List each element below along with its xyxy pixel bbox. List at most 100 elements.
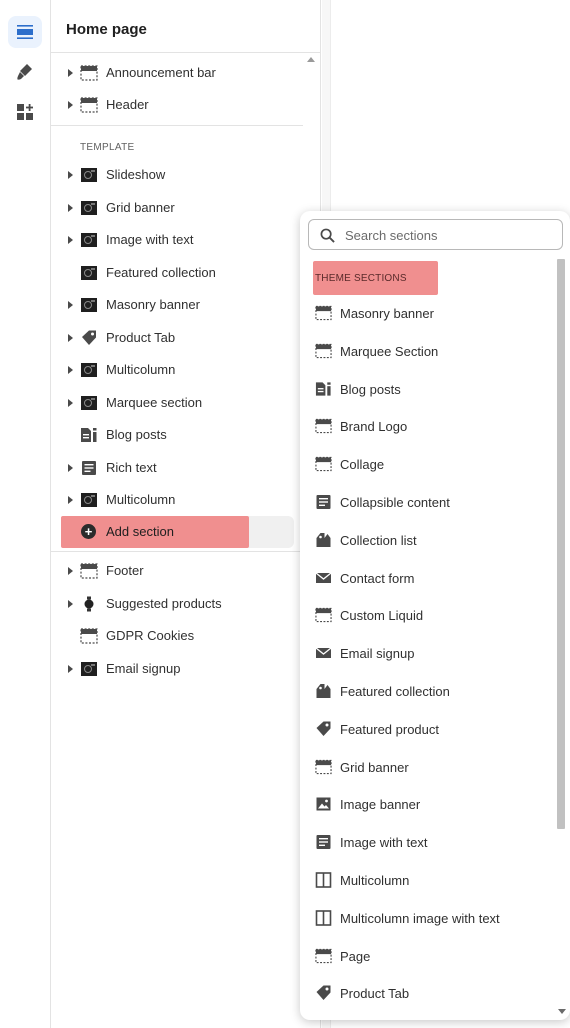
theme-section-label: Collage <box>340 457 385 473</box>
expand-caret-icon[interactable] <box>68 496 73 504</box>
theme-section-label: Multicolumn image with text <box>340 910 500 926</box>
theme-section-collection-list[interactable]: Collection list <box>300 525 550 555</box>
expand-caret-icon[interactable] <box>68 463 73 472</box>
blog-icon <box>80 427 98 443</box>
sections-rail-button[interactable] <box>8 16 42 48</box>
theme-section-email-signup[interactable]: Email signup <box>300 638 550 668</box>
theme-section-page[interactable]: Page <box>300 941 550 971</box>
expand-caret-icon[interactable] <box>68 301 73 309</box>
app-blocks-rail-button[interactable] <box>8 96 42 128</box>
theme-section-label: Image with text <box>340 835 428 851</box>
text-icon <box>315 494 331 510</box>
expand-caret-icon[interactable] <box>68 664 73 673</box>
section-row-rich-text[interactable]: Rich text <box>51 453 303 483</box>
theme-section-label: Collection list <box>340 532 417 548</box>
section-row-label: GDPR Cookies <box>106 628 195 643</box>
expand-caret-icon[interactable] <box>68 398 73 407</box>
section-row-suggested-products[interactable]: Suggested products <box>51 589 303 619</box>
section-row-slideshow[interactable]: Slideshow <box>51 160 303 190</box>
theme-settings-rail-button[interactable] <box>8 56 42 88</box>
section-row-multicolumn[interactable]: Multicolumn <box>51 355 303 385</box>
section-row-masonry-banner[interactable]: Masonry banner <box>51 290 303 320</box>
expand-caret-icon[interactable] <box>68 236 73 244</box>
section-row-label: Slideshow <box>106 167 166 182</box>
watch-icon <box>80 596 98 612</box>
section-row-multicolumn[interactable]: Multicolumn <box>51 485 303 515</box>
theme-section-marquee-section[interactable]: Marquee Section <box>300 336 550 366</box>
section-row-label: Multicolumn <box>106 492 176 507</box>
section-row-blog-posts[interactable]: Blog posts <box>51 420 303 450</box>
section-row-label: Grid banner <box>106 199 175 215</box>
section-row-label: Suggested products <box>106 595 222 611</box>
theme-section-featured-product[interactable]: Featured product <box>300 714 550 744</box>
section-row-label: Rich text <box>106 459 157 475</box>
sections-icon <box>17 25 33 39</box>
section-row-footer[interactable]: Footer <box>51 556 303 586</box>
expand-caret-icon[interactable] <box>68 171 73 179</box>
section-divider <box>51 125 303 126</box>
thumbnail-icon <box>80 297 98 313</box>
theme-section-grid-banner[interactable]: Grid banner <box>300 752 550 782</box>
theme-section-label: Featured collection <box>340 684 450 699</box>
section-row-featured-collection[interactable]: Featured collection <box>51 258 303 288</box>
popover-scrollbar-thumb[interactable] <box>557 259 565 829</box>
section-bar-icon <box>80 628 98 644</box>
collection-icon <box>315 532 331 548</box>
section-bar-icon <box>315 418 332 434</box>
theme-section-blog-posts[interactable]: Blog posts <box>300 374 550 404</box>
section-row-image-with-text[interactable]: Image with text <box>51 225 303 255</box>
theme-section-contact-form[interactable]: Contact form <box>300 563 550 593</box>
theme-section-custom-liquid[interactable]: Custom Liquid <box>300 600 550 630</box>
expand-caret-icon[interactable] <box>68 366 73 374</box>
theme-section-collage[interactable]: Collage <box>300 449 550 479</box>
section-bar-icon <box>315 456 332 472</box>
blog-icon <box>315 381 331 397</box>
search-input[interactable] <box>345 226 555 244</box>
theme-section-label: Brand Logo <box>340 419 408 435</box>
section-row-announcement-bar[interactable]: Announcement bar <box>51 58 303 88</box>
expand-caret-icon[interactable] <box>68 203 73 212</box>
section-row-product-tab[interactable]: Product Tab <box>51 323 303 353</box>
section-row-gdpr-cookies[interactable]: GDPR Cookies <box>51 621 303 651</box>
theme-section-brand-logo[interactable]: Brand Logo <box>300 411 550 441</box>
tag-icon <box>80 330 98 346</box>
section-row-email-signup[interactable]: Email signup <box>51 654 303 684</box>
expand-caret-icon[interactable] <box>68 333 73 342</box>
theme-section-multicolumn[interactable]: Multicolumn <box>300 865 550 895</box>
scroll-down-arrow[interactable] <box>558 1009 566 1014</box>
panel-header-divider <box>51 52 321 53</box>
theme-section-collapsible-content[interactable]: Collapsible content <box>300 487 550 517</box>
app-blocks-icon <box>17 104 33 120</box>
expand-caret-icon[interactable] <box>68 599 73 608</box>
expand-caret-icon[interactable] <box>68 567 73 575</box>
scroll-up-arrow[interactable] <box>307 57 315 62</box>
theme-section-featured-collection[interactable]: Featured collection <box>300 676 550 706</box>
paint-brush-icon <box>17 64 32 80</box>
theme-section-image-with-text[interactable]: Image with text <box>300 827 550 857</box>
section-bar-icon <box>80 563 98 579</box>
sections-panel: Home page Announcement bar Header TEMPLAT… <box>51 0 321 1028</box>
expand-caret-icon[interactable] <box>68 69 73 77</box>
theme-section-masonry-banner[interactable]: Masonry banner <box>300 298 550 328</box>
search-field[interactable] <box>308 219 563 250</box>
expand-caret-icon[interactable] <box>68 101 73 109</box>
section-row-marquee-section[interactable]: Marquee section <box>51 388 303 418</box>
section-row-label: Email signup <box>106 660 181 676</box>
columns-icon <box>315 909 332 926</box>
theme-sections-label: THEME SECTIONS <box>315 273 407 284</box>
collection-icon <box>315 683 331 699</box>
theme-section-label: Email signup <box>340 646 415 662</box>
section-bar-icon <box>315 759 332 775</box>
theme-section-product-tab[interactable]: Product Tab <box>300 978 550 1008</box>
add-section-button[interactable]: + Add section <box>61 516 294 548</box>
theme-section-multicolumn-image-with-text[interactable]: Multicolumn image with text <box>300 903 550 933</box>
section-bar-icon <box>315 948 332 964</box>
section-row-label: Product Tab <box>106 329 176 345</box>
section-row-header[interactable]: Header <box>51 90 303 120</box>
theme-section-label: Product Tab <box>340 986 410 1002</box>
theme-section-image-banner[interactable]: Image banner <box>300 789 550 819</box>
theme-section-label: Featured product <box>340 721 440 737</box>
section-row-grid-banner[interactable]: Grid banner <box>51 193 303 223</box>
left-rail <box>0 0 51 1028</box>
theme-section-label: Image banner <box>340 797 421 813</box>
